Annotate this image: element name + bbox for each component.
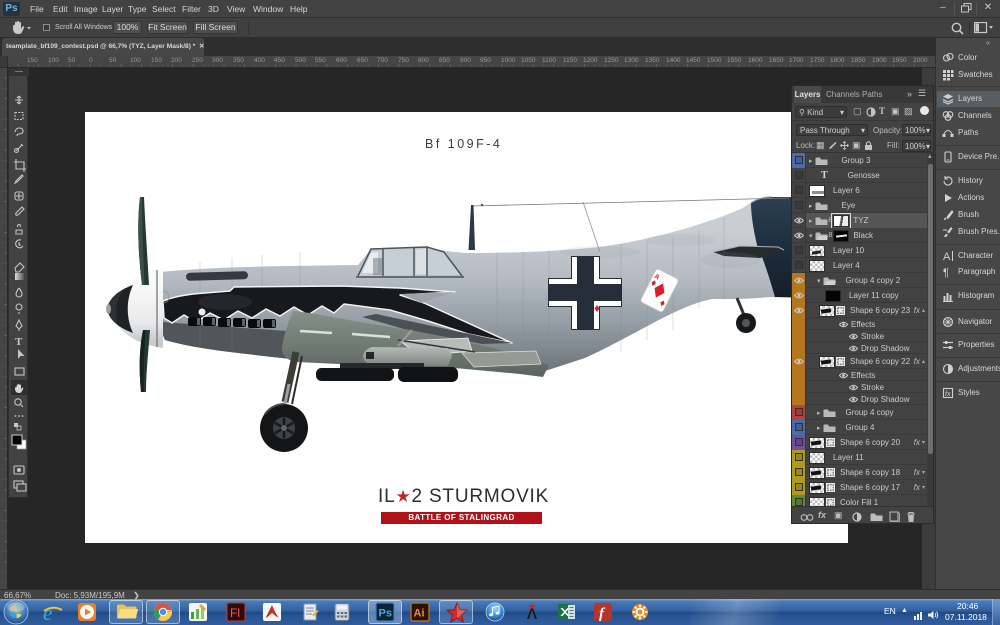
svg-text:Fl: Fl — [230, 606, 240, 620]
svg-text:fx: fx — [945, 391, 951, 398]
svg-text:A: A — [943, 251, 951, 262]
svg-text:T: T — [15, 336, 23, 348]
svg-text:¶: ¶ — [943, 267, 949, 278]
svg-text:e: e — [43, 602, 52, 624]
svg-text:Ps: Ps — [379, 608, 392, 620]
svg-text:Ai: Ai — [414, 608, 425, 620]
